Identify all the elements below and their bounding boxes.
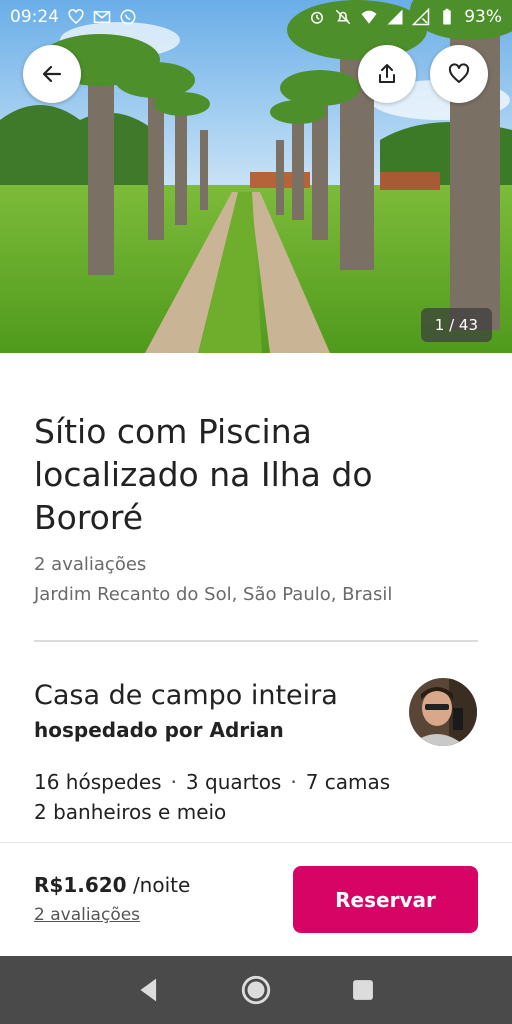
reviews-link[interactable]: 2 avaliações bbox=[34, 905, 140, 925]
host-name: hospedado por Adrian bbox=[34, 718, 284, 742]
heart-icon bbox=[448, 63, 470, 83]
photo-counter: 1 / 43 bbox=[420, 308, 492, 342]
nav-home-button[interactable] bbox=[236, 970, 276, 1010]
heart-outline-icon bbox=[67, 8, 85, 26]
guests-count: 16 hóspedes bbox=[34, 770, 162, 794]
reviews-count[interactable]: 2 avaliações bbox=[34, 554, 146, 575]
square-recents-icon bbox=[353, 980, 374, 1000]
battery-percent: 93% bbox=[464, 7, 502, 27]
spec-separator: · bbox=[290, 770, 297, 794]
wifi-icon bbox=[360, 8, 378, 26]
battery-icon bbox=[438, 8, 456, 26]
listing-photo[interactable]: 1 / 43 bbox=[0, 0, 512, 353]
status-bar: 09:24 93% bbox=[0, 0, 512, 34]
system-nav-bar bbox=[0, 956, 512, 1024]
divider bbox=[34, 640, 478, 642]
price-amount: R$1.620 bbox=[34, 873, 127, 897]
share-icon bbox=[379, 64, 395, 83]
property-type: Casa de campo inteira bbox=[34, 680, 338, 711]
property-specs: 16 hóspedes · 3 quartos · 7 camas bbox=[34, 770, 390, 794]
nav-back-button[interactable] bbox=[129, 970, 169, 1010]
bedrooms-count: 3 quartos bbox=[185, 770, 282, 794]
share-button[interactable] bbox=[358, 45, 416, 103]
bathrooms-count: 2 banheiros e meio bbox=[34, 800, 227, 824]
signal-icon bbox=[386, 8, 404, 26]
back-button[interactable] bbox=[23, 45, 81, 103]
whatsapp-icon bbox=[119, 8, 137, 26]
no-sim-icon bbox=[412, 8, 430, 26]
host-avatar[interactable] bbox=[409, 678, 477, 746]
palm-avenue-photo bbox=[0, 0, 512, 353]
triangle-back-icon bbox=[140, 978, 156, 1002]
listing-location[interactable]: Jardim Recanto do Sol, São Paulo, Brasil bbox=[34, 584, 392, 605]
price-per-night: R$1.620 /noite bbox=[34, 873, 190, 897]
nav-recents-button[interactable] bbox=[343, 970, 383, 1010]
gmail-icon bbox=[93, 8, 111, 26]
reserve-button[interactable]: Reservar bbox=[293, 866, 478, 933]
listing-title: Sítio com Piscina localizado na Ilha do … bbox=[34, 412, 373, 537]
price-unit: /noite bbox=[132, 873, 191, 897]
mute-icon bbox=[334, 8, 352, 26]
host-photo bbox=[409, 678, 477, 746]
beds-count: 7 camas bbox=[305, 770, 391, 794]
spec-separator: · bbox=[170, 770, 177, 794]
circle-home-icon bbox=[241, 975, 271, 1005]
booking-bar: R$1.620 /noite 2 avaliações Reservar bbox=[0, 842, 512, 956]
status-time: 09:24 bbox=[10, 7, 59, 27]
save-favorite-button[interactable] bbox=[430, 45, 488, 103]
arrow-left-icon bbox=[42, 65, 62, 83]
alarm-icon bbox=[308, 8, 326, 26]
